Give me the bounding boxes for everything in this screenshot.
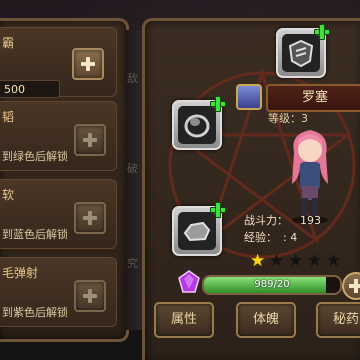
tab-attributes[interactable]: 属性 <box>154 302 214 338</box>
upgrade-skill-button[interactable] <box>72 48 104 80</box>
hero-stats: 战斗力： 193 经验：: 4 <box>244 212 321 246</box>
skill-name: 软 <box>2 188 15 202</box>
stone-icon <box>183 221 211 242</box>
star-icon: ★ <box>269 251 285 271</box>
side-glyph: 究 <box>127 257 138 270</box>
combat-power: 战斗力： 193 <box>244 214 321 227</box>
game-screen: 霸 500 韬 到绿色后解锁 软 到蓝色后解锁 毛弹射 到紫色后解锁 敌 破 究 <box>0 0 360 360</box>
purple-gem-icon <box>178 270 200 293</box>
green-plus-icon <box>210 96 226 112</box>
experience-bar: 989/20 <box>202 275 342 295</box>
skill-name: 毛弹射 <box>2 266 39 280</box>
skill-row-2: 韬 到绿色后解锁 <box>0 101 117 171</box>
skill-row-1: 霸 500 <box>0 27 117 98</box>
experience: 经验：: 4 <box>244 231 298 244</box>
equip-slot-top[interactable] <box>276 24 330 78</box>
hero-name-plate: 罗塞 <box>266 84 360 112</box>
star-icon: ★ <box>250 251 266 271</box>
locked-skill-button[interactable] <box>74 280 106 312</box>
skill-panel: 霸 500 韬 到绿色后解锁 软 到蓝色后解锁 毛弹射 到紫色后解锁 <box>0 18 129 342</box>
skill-name: 霸 <box>2 36 15 50</box>
unlock-hint: 到蓝色后解锁 <box>2 228 68 241</box>
green-plus-icon <box>314 24 330 40</box>
hero-name: 罗塞 <box>301 90 328 105</box>
unlock-hint: 到紫色后解锁 <box>2 306 68 319</box>
skill-row-4: 毛弹射 到紫色后解锁 <box>0 257 117 327</box>
equip-slot-left[interactable] <box>172 96 226 150</box>
ring-icon <box>184 114 210 138</box>
tab-elixir[interactable]: 秘药 <box>316 302 360 338</box>
hero-portrait[interactable] <box>280 124 340 224</box>
skill-row-3: 软 到蓝色后解锁 <box>0 179 117 249</box>
hero-class-icon <box>236 84 262 110</box>
side-glyph: 敌 <box>127 72 138 85</box>
star-icon: ★ <box>288 251 304 271</box>
star-icon: ★ <box>326 251 342 271</box>
star-icon: ★ <box>307 251 323 271</box>
armor-icon <box>288 39 314 68</box>
experience-text: 989/20 <box>254 279 290 290</box>
tab-physique[interactable]: 体魄 <box>236 302 296 338</box>
locked-skill-button[interactable] <box>74 124 106 156</box>
side-glyph: 破 <box>127 162 138 175</box>
unlock-hint: 到绿色后解锁 <box>2 150 68 163</box>
equip-slot-bottom[interactable] <box>172 202 226 256</box>
locked-skill-button[interactable] <box>74 202 106 234</box>
skill-name: 韬 <box>2 110 15 124</box>
skill-value: 500 <box>0 80 60 98</box>
green-plus-icon <box>210 202 226 218</box>
